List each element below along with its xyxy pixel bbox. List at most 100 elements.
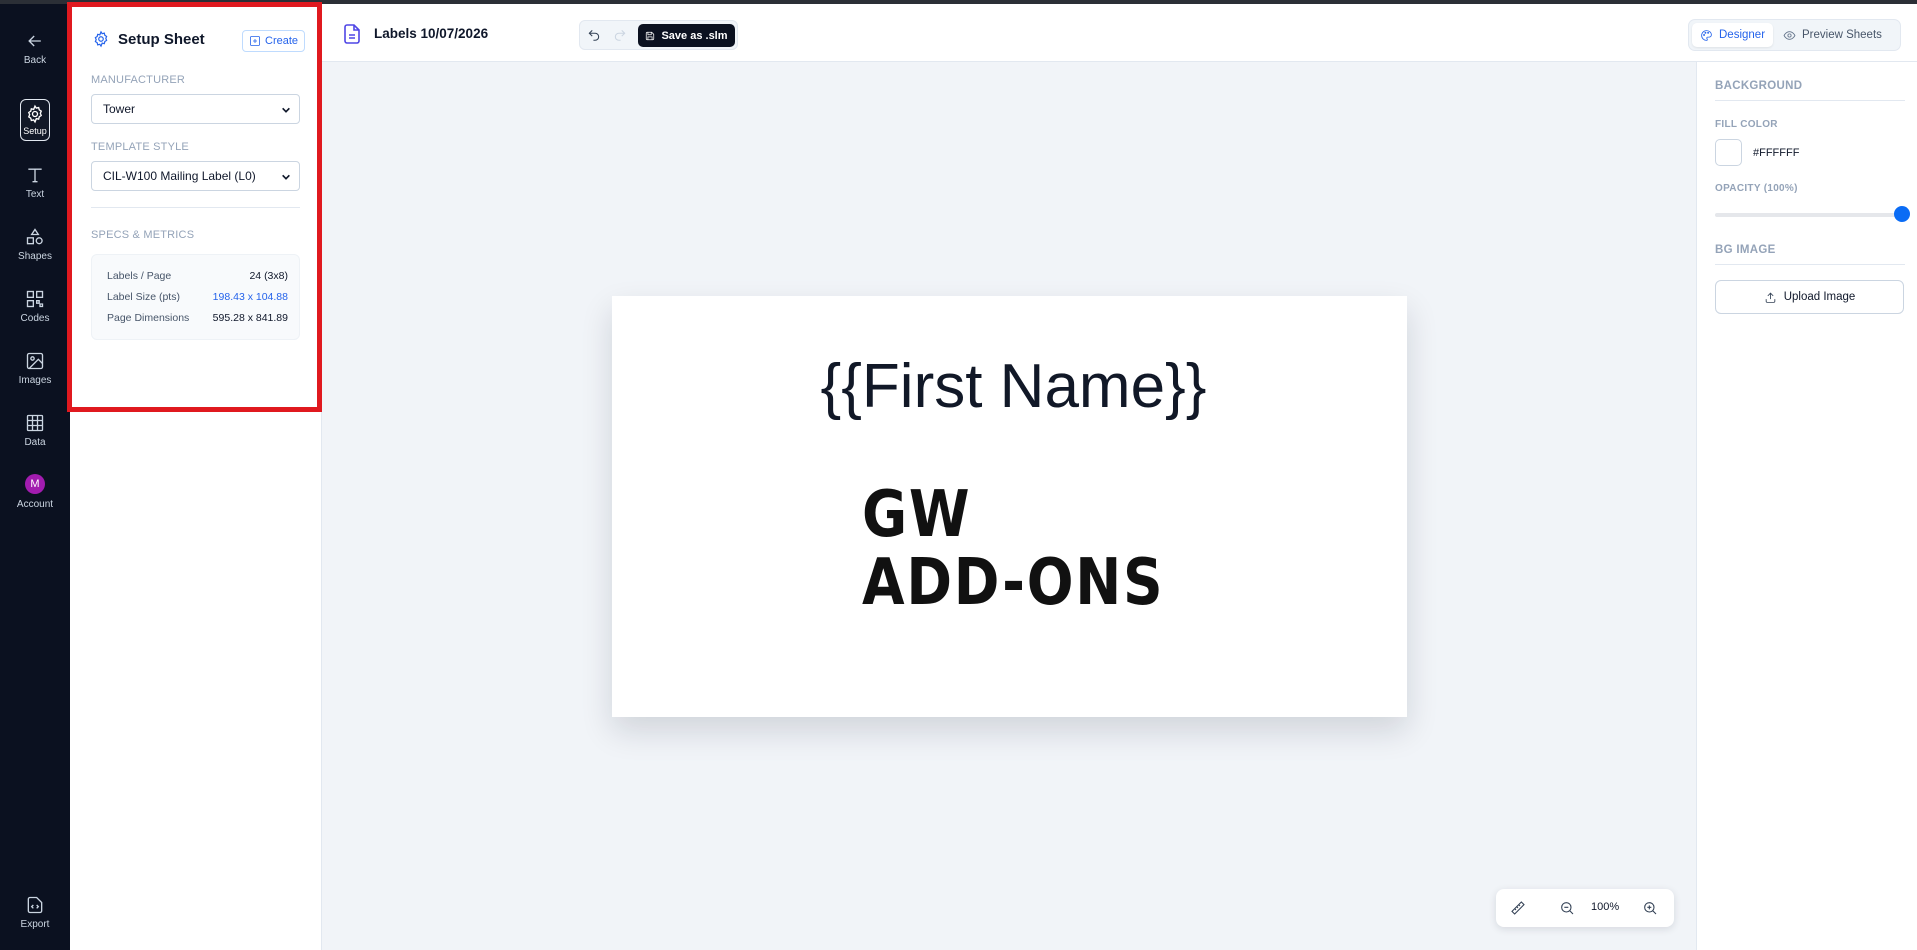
create-button[interactable]: Create (242, 30, 306, 52)
template-style-label: TEMPLATE STYLE (91, 141, 189, 153)
opacity-label: OPACITY (100%) (1715, 183, 1798, 194)
avatar: M (25, 474, 45, 494)
manufacturer-label: MANUFACTURER (91, 74, 186, 86)
rail-item-data[interactable]: Data (0, 402, 70, 458)
setup-label: Setup (23, 126, 47, 136)
setup-header: Setup Sheet (92, 30, 205, 48)
document-title[interactable]: Labels 10/07/2026 (374, 26, 488, 41)
data-label: Data (24, 436, 46, 448)
redo-button[interactable] (613, 28, 629, 44)
upload-label: Upload Image (1783, 291, 1856, 303)
rail-item-setup-frame: Setup (20, 99, 50, 141)
specs-card: Labels / Page 24 (3x8) Label Size (pts) … (91, 254, 300, 340)
template-style-value: CIL-W100 Mailing Label (L0) (103, 169, 256, 183)
designer-label: Designer (1719, 29, 1766, 41)
back-button[interactable]: Back (0, 20, 70, 76)
opacity-slider-track[interactable] (1715, 213, 1901, 217)
label-preview[interactable]: {{First Name}} GW ADD-ONS (612, 296, 1407, 717)
qr-code-icon (26, 290, 44, 307)
properties-panel: BACKGROUND FILL COLOR #FFFFFF OPACITY (1… (1696, 62, 1917, 950)
rail-item-shapes[interactable]: Shapes (0, 216, 70, 272)
codes-label: Codes (20, 312, 50, 324)
top-bar: Labels 10/07/2026 Save as .slm Designer … (322, 4, 1917, 62)
upload-image-button[interactable]: Upload Image (1715, 280, 1904, 314)
export-label: Export (20, 918, 50, 930)
background-heading: BACKGROUND (1715, 80, 1803, 92)
undo-button[interactable] (587, 28, 603, 44)
palette-icon (1701, 29, 1712, 41)
table-icon (26, 414, 44, 431)
undo-icon (588, 29, 600, 41)
rail-item-images[interactable]: Images (0, 340, 70, 396)
spec-value: 595.28 x 841.89 (212, 312, 288, 324)
setup-title: Setup Sheet (118, 30, 205, 48)
spec-row-labels-per-page: Labels / Page 24 (3x8) (107, 270, 288, 284)
gear-icon (27, 104, 43, 124)
document-icon (344, 24, 360, 44)
save-label: Save as .slm (661, 29, 728, 42)
create-label: Create (265, 35, 299, 47)
spec-key: Page Dimensions (107, 312, 190, 324)
export-button[interactable]: Export (0, 884, 70, 940)
tab-designer[interactable]: Designer (1692, 23, 1774, 47)
zoom-level: 100% (1591, 901, 1620, 913)
history-group: Save as .slm (579, 20, 738, 50)
spec-key: Labels / Page (107, 270, 172, 282)
text-icon (28, 168, 42, 182)
images-label: Images (18, 374, 52, 386)
setup-sheet-panel: Setup Sheet Create MANUFACTURER Tower TE… (70, 4, 322, 950)
fill-color-hex[interactable]: #FFFFFF (1753, 147, 1799, 159)
logo-line-1: GW (862, 478, 972, 552)
first-name-field[interactable]: {{First Name}} (612, 351, 1407, 422)
opacity-slider-thumb[interactable] (1894, 206, 1910, 222)
upload-icon (1765, 292, 1775, 303)
zoom-out-icon (1561, 902, 1574, 915)
floppy-disk-icon (646, 31, 655, 40)
export-file-icon (27, 896, 43, 913)
bg-image-heading: BG IMAGE (1715, 244, 1776, 256)
redo-icon (614, 29, 626, 41)
eye-icon (1783, 30, 1796, 40)
spec-key: Label Size (pts) (107, 291, 180, 303)
template-style-select[interactable]: CIL-W100 Mailing Label (L0) (91, 161, 300, 191)
rail-item-setup[interactable]: Setup (0, 92, 70, 148)
rail-item-codes[interactable]: Codes (0, 278, 70, 334)
divider (91, 207, 300, 208)
tool-rail: Back Setup Text Shapes Codes Images Data… (0, 4, 70, 950)
shapes-icon (26, 227, 43, 244)
gear-icon (94, 30, 108, 48)
plus-square-icon (250, 36, 260, 46)
divider (1715, 264, 1905, 265)
spec-row-page-dimensions: Page Dimensions 595.28 x 841.89 (107, 312, 288, 326)
chevron-down-icon (281, 104, 291, 114)
image-icon (26, 352, 44, 369)
account-label: Account (16, 499, 54, 510)
arrow-left-icon (28, 35, 41, 46)
spec-row-label-size: Label Size (pts) 198.43 x 104.88 (107, 291, 288, 305)
tab-preview-sheets[interactable]: Preview Sheets (1775, 23, 1890, 47)
spec-value: 198.43 x 104.88 (212, 291, 288, 303)
mode-toggle: Designer Preview Sheets (1688, 19, 1901, 51)
gw-add-ons-logo[interactable]: GW ADD-ONS (862, 481, 1164, 617)
ruler-button[interactable] (1510, 900, 1526, 916)
zoom-in-icon (1644, 902, 1657, 915)
spec-value: 24 (3x8) (249, 270, 288, 282)
zoom-out-button[interactable] (1559, 900, 1575, 916)
preview-label: Preview Sheets (1802, 29, 1882, 41)
save-button[interactable]: Save as .slm (638, 24, 735, 47)
zoom-toolbar: 100% (1496, 889, 1674, 927)
shapes-label: Shapes (18, 250, 52, 262)
specs-label: SPECS & METRICS (91, 229, 195, 241)
manufacturer-select[interactable]: Tower (91, 94, 300, 124)
text-label: Text (25, 188, 45, 200)
zoom-in-button[interactable] (1642, 900, 1658, 916)
rail-item-account[interactable]: M Account (0, 464, 70, 520)
divider (1715, 100, 1905, 101)
rail-item-text[interactable]: Text (0, 154, 70, 210)
manufacturer-value: Tower (103, 102, 136, 116)
fill-color-swatch[interactable] (1715, 139, 1742, 166)
fill-color-label: FILL COLOR (1715, 119, 1778, 130)
back-label: Back (23, 54, 47, 66)
ruler-icon (1511, 901, 1525, 915)
logo-line-2: ADD-ONS (862, 546, 1165, 620)
